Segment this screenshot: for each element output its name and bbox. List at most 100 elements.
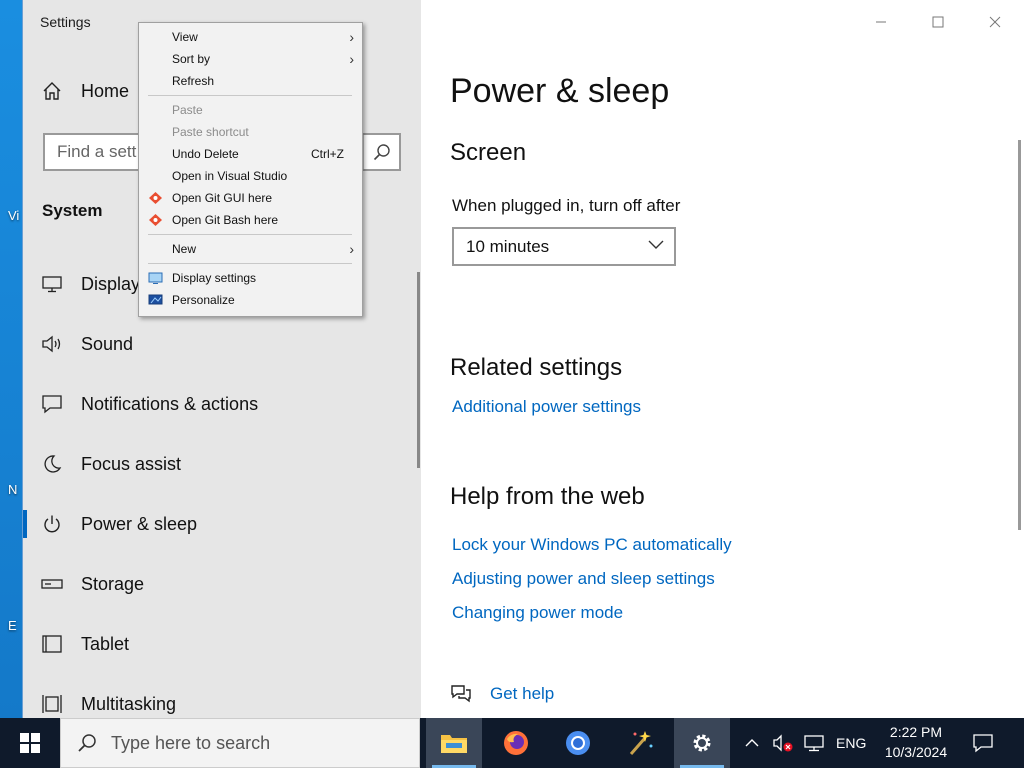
menu-item-personalize[interactable]: Personalize <box>139 289 362 311</box>
chevron-up-icon <box>745 739 759 747</box>
additional-power-settings-link[interactable]: Additional power settings <box>452 397 641 417</box>
get-help-row[interactable]: Get help <box>450 684 554 704</box>
start-button[interactable] <box>0 718 60 768</box>
menu-item-view[interactable]: View › <box>139 26 362 48</box>
menu-item-label: Open in Visual Studio <box>172 169 288 183</box>
sidebar-item-notifications[interactable]: Notifications & actions <box>23 374 421 434</box>
menu-item-label: Sort by <box>172 52 211 66</box>
storage-icon <box>41 573 63 595</box>
notification-icon <box>973 734 993 753</box>
chevron-down-icon <box>648 240 664 249</box>
minimize-icon <box>876 21 886 23</box>
menu-item-new[interactable]: New › <box>139 238 362 260</box>
taskbar: Type here to search ENG 2:22 PM 10/3/202… <box>0 718 1024 768</box>
moon-icon <box>41 453 63 475</box>
sidebar-item-label: Sound <box>81 333 134 354</box>
taskbar-app-file-explorer[interactable] <box>426 718 482 768</box>
sidebar-item-label: Tablet <box>81 633 130 654</box>
clock[interactable]: 2:22 PM 10/3/2024 <box>878 722 954 762</box>
search-button[interactable] <box>363 135 399 169</box>
file-explorer-icon <box>441 735 467 753</box>
close-button[interactable] <box>967 6 1023 38</box>
page-title: Power & sleep <box>450 72 670 110</box>
display-settings-icon <box>148 272 163 284</box>
chevron-right-icon: › <box>349 241 354 257</box>
menu-item-shortcut: Ctrl+Z <box>311 147 344 161</box>
menu-item-refresh[interactable]: Refresh <box>139 70 362 92</box>
search-icon <box>78 734 96 752</box>
menu-item-label: Display settings <box>172 271 257 285</box>
chromium-icon <box>566 731 590 755</box>
screen-heading: Screen <box>450 139 527 166</box>
help-link-power-mode[interactable]: Changing power mode <box>452 603 623 623</box>
close-icon <box>989 16 1001 28</box>
home-nav-item[interactable]: Home <box>41 80 129 102</box>
git-icon <box>149 192 162 204</box>
sidebar-item-storage[interactable]: Storage <box>23 554 421 614</box>
taskbar-search-box[interactable]: Type here to search <box>60 718 420 768</box>
taskbar-search-placeholder: Type here to search <box>111 732 271 753</box>
tablet-icon <box>41 633 63 655</box>
related-settings-heading: Related settings <box>450 354 623 381</box>
sidebar-scrollbar[interactable] <box>417 272 420 468</box>
context-menu: View › Sort by › Refresh Paste Paste short… <box>138 22 363 317</box>
settings-gear-icon <box>693 734 711 752</box>
desktop-icon-label[interactable]: Vi <box>8 208 19 223</box>
home-label: Home <box>81 80 130 101</box>
help-link-power-sleep[interactable]: Adjusting power and sleep settings <box>452 569 715 589</box>
system-nav-list: Display Sound Notifications & actions Fo… <box>23 254 421 734</box>
network-icon <box>804 735 824 752</box>
magic-wand-icon <box>629 731 653 755</box>
section-title: System <box>42 201 103 220</box>
menu-item-open-visual-studio[interactable]: Open in Visual Studio <box>139 165 362 187</box>
help-heading: Help from the web <box>450 483 645 510</box>
menu-item-label: Open Git GUI here <box>172 191 273 205</box>
plugged-in-label: When plugged in, turn off after <box>452 196 681 215</box>
clock-date: 10/3/2024 <box>884 744 948 760</box>
sidebar-item-label: Display <box>81 273 141 294</box>
volume-muted-icon <box>773 734 793 752</box>
window-title: Settings <box>40 14 91 30</box>
menu-item-sort-by[interactable]: Sort by › <box>139 48 362 70</box>
minimize-button[interactable] <box>853 6 909 38</box>
sidebar-item-focus-assist[interactable]: Focus assist <box>23 434 421 494</box>
menu-separator <box>148 95 352 96</box>
show-hidden-icons-button[interactable] <box>744 718 760 768</box>
notification-icon <box>41 393 63 415</box>
menu-item-undo-delete[interactable]: Undo Delete Ctrl+Z <box>139 143 362 165</box>
home-icon <box>43 82 61 100</box>
desktop-icon-label[interactable]: E <box>8 618 17 633</box>
taskbar-app-settings[interactable] <box>674 718 730 768</box>
power-icon <box>41 513 63 535</box>
network-button[interactable] <box>803 718 825 768</box>
menu-item-git-bash[interactable]: Open Git Bash here <box>139 209 362 231</box>
sidebar-item-label: Multitasking <box>81 693 177 714</box>
taskbar-app-firefox[interactable] <box>488 718 544 768</box>
taskbar-app-magic-wand[interactable] <box>612 718 668 768</box>
screen-timeout-dropdown[interactable]: 10 minutes <box>452 227 676 266</box>
sidebar-item-tablet[interactable]: Tablet <box>23 614 421 674</box>
menu-item-display-settings[interactable]: Display settings <box>139 267 362 289</box>
menu-item-git-gui[interactable]: Open Git GUI here <box>139 187 362 209</box>
taskbar-app-chromium[interactable] <box>550 718 606 768</box>
volume-button[interactable] <box>772 718 794 768</box>
sidebar-item-label: Storage <box>81 573 145 594</box>
menu-separator <box>148 234 352 235</box>
sidebar-item-sound[interactable]: Sound <box>23 314 421 374</box>
sidebar-item-power-sleep[interactable]: Power & sleep <box>23 494 421 554</box>
help-link-lock-pc[interactable]: Lock your Windows PC automatically <box>452 535 732 555</box>
personalize-icon <box>148 294 163 305</box>
menu-item-label: Paste <box>172 103 203 117</box>
dropdown-value: 10 minutes <box>466 237 550 256</box>
sidebar-item-label: Notifications & actions <box>81 393 259 414</box>
desktop-icon-label[interactable]: N <box>8 482 17 497</box>
windows-logo-icon <box>20 733 40 753</box>
get-help-link[interactable]: Get help <box>490 684 554 704</box>
main-scrollbar[interactable] <box>1018 140 1021 530</box>
menu-item-label: Open Git Bash here <box>172 213 279 227</box>
maximize-button[interactable] <box>910 6 966 38</box>
language-indicator[interactable]: ENG <box>836 718 866 768</box>
menu-separator <box>148 263 352 264</box>
notification-center-button[interactable] <box>972 718 994 768</box>
search-placeholder: Find a sett <box>57 142 137 161</box>
